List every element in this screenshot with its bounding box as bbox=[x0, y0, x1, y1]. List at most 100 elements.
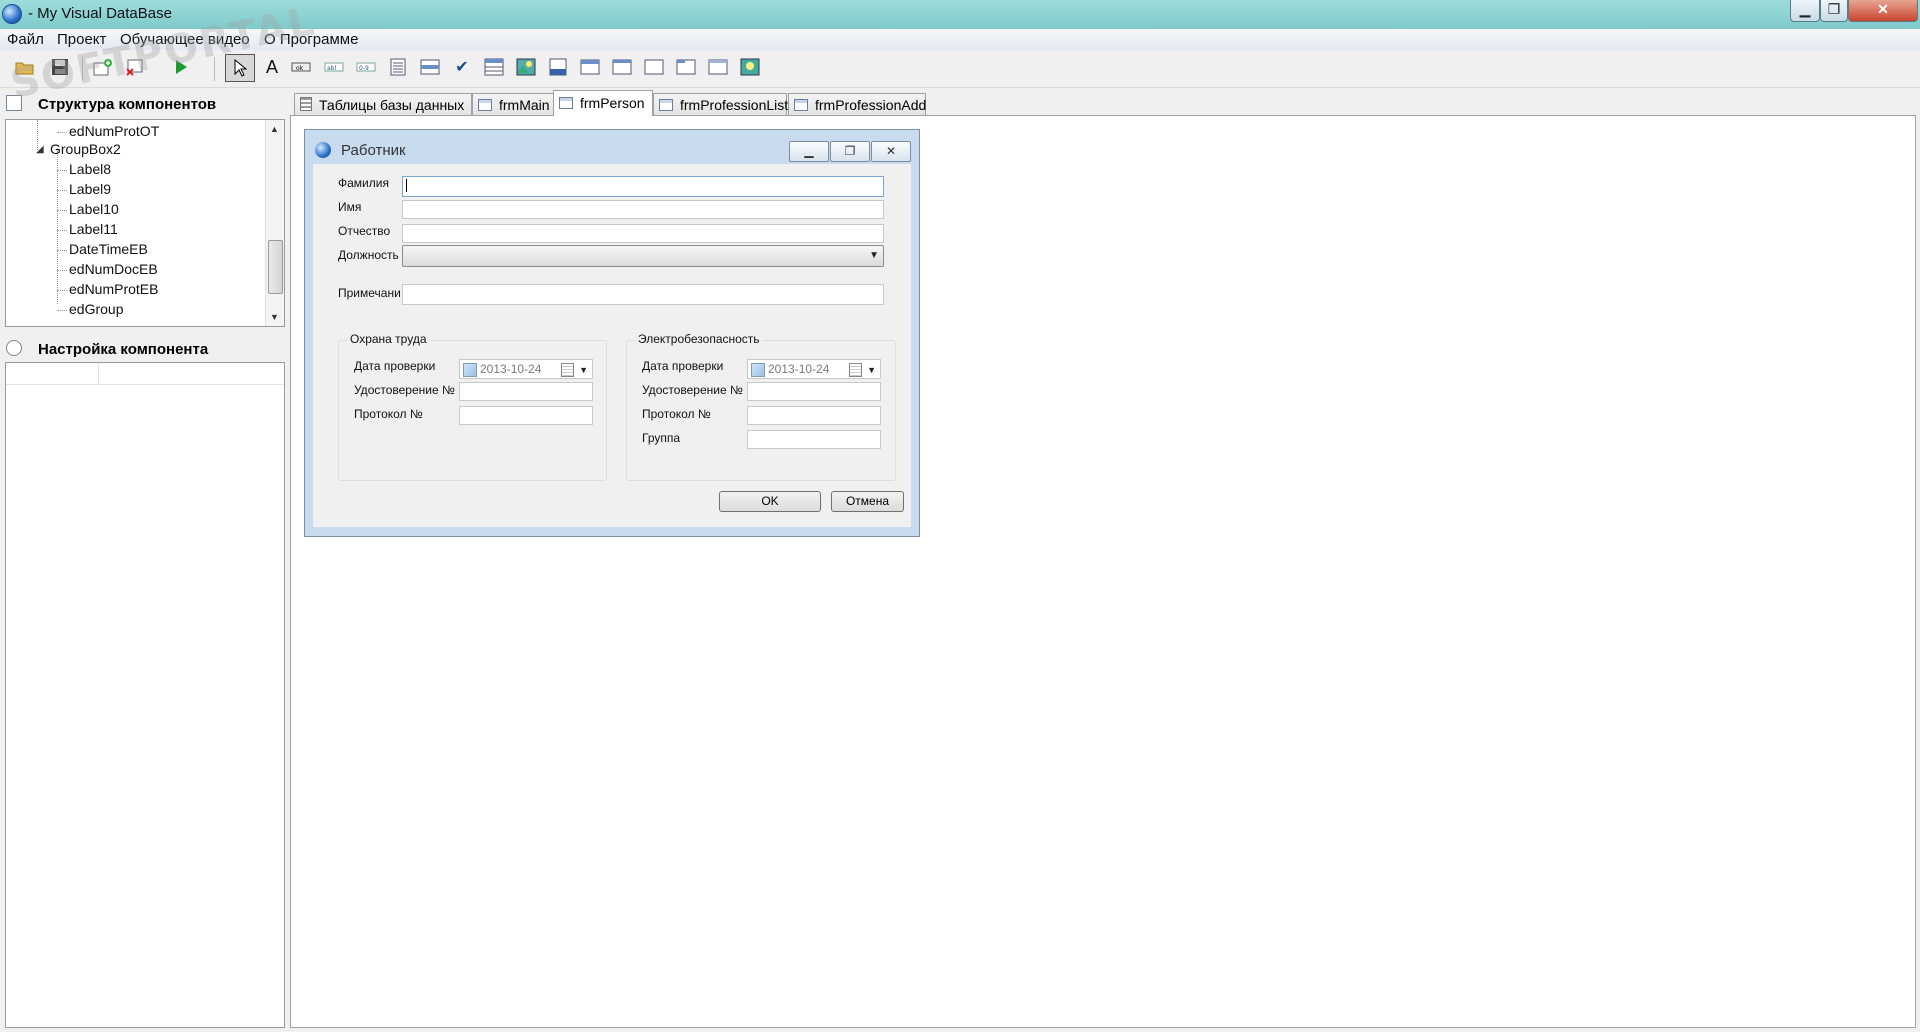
form-minimize-button[interactable]: ▁ bbox=[789, 141, 829, 162]
menu-project[interactable]: Проект bbox=[57, 31, 106, 48]
date-checkbox[interactable] bbox=[463, 363, 477, 377]
maximize-button[interactable]: ❐ bbox=[1820, 0, 1848, 22]
menu-file[interactable]: Файл bbox=[7, 31, 44, 48]
combobox-tool-icon[interactable] bbox=[419, 56, 441, 78]
check-date-picker[interactable]: 2013-10-24 ▼ bbox=[747, 359, 881, 379]
picture-tool-icon[interactable] bbox=[739, 56, 761, 78]
patronymic-input[interactable] bbox=[402, 224, 884, 243]
tree-item[interactable]: edGroup bbox=[69, 300, 123, 318]
image-tool-icon[interactable] bbox=[515, 56, 537, 78]
settings-header: Настройка компонента bbox=[6, 340, 208, 362]
form-icon bbox=[478, 99, 492, 111]
position-label: Должность bbox=[338, 248, 399, 262]
checkbox-tool-icon[interactable]: ✔ bbox=[451, 56, 473, 78]
time-tool-icon[interactable] bbox=[579, 56, 601, 78]
scroll-up-icon[interactable]: ▲ bbox=[270, 124, 279, 134]
structure-icon bbox=[6, 95, 22, 111]
note-label: Примечани bbox=[338, 286, 401, 300]
open-folder-icon[interactable] bbox=[14, 56, 36, 78]
lastname-input[interactable] bbox=[402, 176, 884, 197]
svg-text:ok: ok bbox=[296, 65, 304, 72]
edit-tool-icon[interactable]: abl bbox=[323, 56, 345, 78]
protocol-input[interactable] bbox=[459, 406, 593, 425]
tabsheet-tool-icon[interactable] bbox=[675, 56, 697, 78]
position-combobox[interactable]: ▼ bbox=[402, 245, 884, 267]
title-bar: - My Visual DataBase ▁ ❐ ✕ bbox=[0, 0, 1920, 29]
tree-item[interactable]: GroupBox2 bbox=[50, 140, 121, 158]
minimize-button[interactable]: ▁ bbox=[1790, 0, 1820, 22]
tree-item[interactable]: Label8 bbox=[69, 160, 111, 178]
form-client-area: Фамилия Имя Отчество Должность ▼ Примеча… bbox=[313, 164, 911, 527]
check-date-label: Дата проверки bbox=[642, 359, 724, 373]
groupbox-electrical-safety: Электробезопасность Дата проверки 2013-1… bbox=[626, 332, 896, 481]
form-window-icon bbox=[315, 142, 331, 158]
tab-frmprofessionlist[interactable]: frmProfessionList bbox=[653, 93, 788, 115]
groupbox-caption: Электробезопасность bbox=[635, 332, 763, 346]
structure-title: Структура компонентов bbox=[38, 96, 217, 113]
save-icon[interactable] bbox=[49, 56, 71, 78]
form-window-person[interactable]: Работник ▁ ❐ ✕ Фамилия Имя Отчество Долж… bbox=[304, 129, 920, 537]
tree-item[interactable]: Label10 bbox=[69, 200, 119, 218]
app-icon bbox=[2, 4, 22, 24]
settings-icon bbox=[6, 340, 22, 356]
form-icon bbox=[794, 99, 808, 111]
tab-database-tables[interactable]: Таблицы базы данных bbox=[294, 93, 472, 115]
form-icon bbox=[659, 99, 673, 111]
certificate-input[interactable] bbox=[747, 382, 881, 401]
form-close-button[interactable]: ✕ bbox=[871, 141, 911, 162]
protocol-input[interactable] bbox=[747, 406, 881, 425]
tree-item[interactable]: edNumDocEB bbox=[69, 260, 158, 278]
calendar-icon bbox=[849, 363, 862, 377]
protocol-label: Протокол № bbox=[642, 407, 711, 421]
panel-tool-icon[interactable] bbox=[611, 56, 633, 78]
close-button[interactable]: ✕ bbox=[1848, 0, 1918, 22]
tree-item[interactable]: edNumProtOT bbox=[69, 122, 159, 140]
group-input[interactable] bbox=[747, 430, 881, 449]
label-tool-icon[interactable]: A bbox=[261, 56, 283, 78]
ok-button[interactable]: OK bbox=[719, 491, 821, 512]
tree-item[interactable]: DateTimeEB bbox=[69, 240, 148, 258]
tree-item[interactable]: Label9 bbox=[69, 180, 111, 198]
table-grid-tool-icon[interactable] bbox=[483, 56, 505, 78]
check-date-picker[interactable]: 2013-10-24 ▼ bbox=[459, 359, 593, 379]
menu-video[interactable]: Обучающее видео bbox=[120, 31, 250, 48]
pointer-icon[interactable] bbox=[225, 54, 255, 82]
tab-frmprofessionadd[interactable]: frmProfessionAdd bbox=[788, 93, 926, 115]
database-icon bbox=[300, 97, 312, 111]
date-checkbox[interactable] bbox=[751, 363, 765, 377]
tree-scrollbar[interactable]: ▲ ▼ bbox=[265, 120, 284, 326]
date-tool-icon[interactable] bbox=[547, 56, 569, 78]
note-input[interactable] bbox=[402, 284, 884, 305]
patronymic-label: Отчество bbox=[338, 224, 391, 238]
component-tree[interactable]: edNumProtOT ◢ GroupBox2 Label8 Label9 La… bbox=[5, 119, 285, 327]
delete-form-icon[interactable] bbox=[124, 56, 146, 78]
tab-frmmain[interactable]: frmMain bbox=[472, 93, 554, 115]
chevron-down-icon[interactable]: ▼ bbox=[867, 361, 876, 379]
run-icon[interactable] bbox=[170, 56, 192, 78]
scroll-down-icon[interactable]: ▼ bbox=[270, 312, 279, 322]
tab-frmperson[interactable]: frmPerson bbox=[553, 90, 653, 116]
collapse-icon[interactable]: ◢ bbox=[36, 144, 44, 155]
certificate-input[interactable] bbox=[459, 382, 593, 401]
form-tool-icon[interactable] bbox=[707, 56, 729, 78]
scroll-thumb[interactable] bbox=[268, 240, 283, 294]
groupbox-labor-safety: Охрана труда Дата проверки 2013-10-24 ▼ … bbox=[338, 332, 607, 481]
button-tool-icon[interactable]: ok bbox=[290, 56, 312, 78]
add-form-icon[interactable] bbox=[92, 56, 114, 78]
chevron-down-icon: ▼ bbox=[869, 250, 879, 261]
tree-item[interactable]: edNumProtEB bbox=[69, 280, 158, 298]
cancel-button[interactable]: Отмена bbox=[831, 491, 904, 512]
memo-tool-icon[interactable] bbox=[387, 56, 409, 78]
tree-item[interactable]: Label11 bbox=[69, 220, 118, 238]
form-maximize-button[interactable]: ❐ bbox=[830, 141, 870, 162]
groupbox-tool-icon[interactable] bbox=[643, 56, 665, 78]
svg-text:abl: abl bbox=[327, 65, 336, 72]
menu-about[interactable]: О Программе bbox=[264, 31, 358, 48]
calendar-icon bbox=[561, 363, 574, 377]
form-icon bbox=[559, 97, 573, 109]
lastname-label: Фамилия bbox=[338, 176, 389, 190]
number-tool-icon[interactable]: 0-9 bbox=[355, 56, 377, 78]
properties-grid[interactable] bbox=[5, 362, 285, 1028]
firstname-input[interactable] bbox=[402, 200, 884, 219]
chevron-down-icon[interactable]: ▼ bbox=[579, 361, 588, 379]
